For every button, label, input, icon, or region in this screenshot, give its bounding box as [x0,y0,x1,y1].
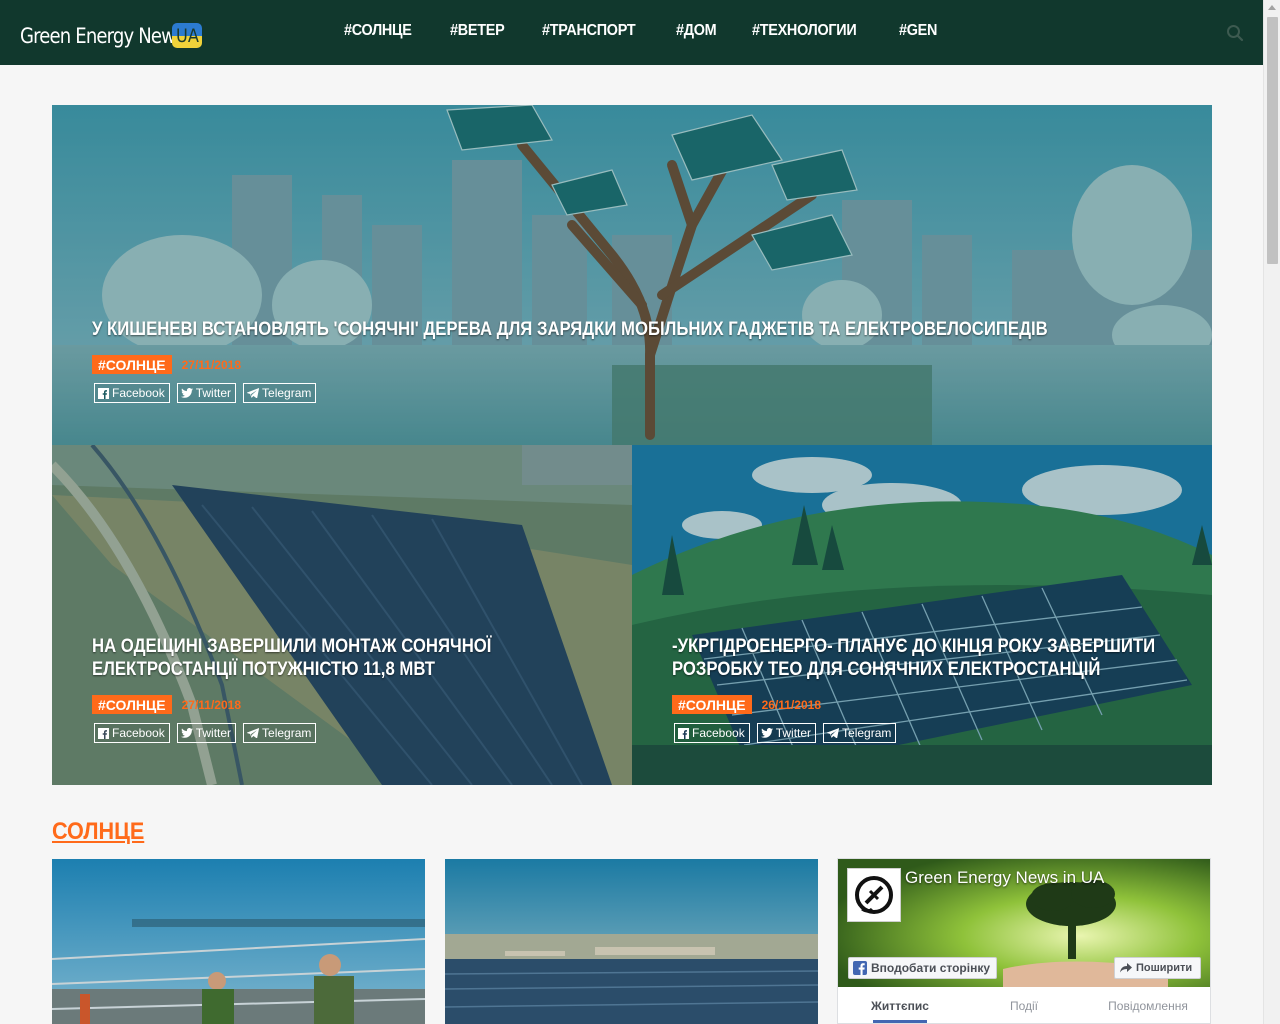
share-twitter-label: Twitter [195,386,232,400]
featured-meta: #СОЛНЦЕ 27/11/2018 [92,695,241,714]
facebook-icon [98,387,109,399]
featured-meta: #СОЛНЦЕ 26/11/2018 [672,695,821,714]
share-twitter-button[interactable]: Twitter [176,383,237,403]
featured-title[interactable]: НА ОДЕЩИНІ ЗАВЕРШИЛИ МОНТАЖ СОНЯЧНОЇ ЕЛЕ… [92,635,491,681]
share-telegram-button[interactable]: Telegram [243,383,317,403]
share-telegram-label: Telegram [842,726,892,740]
featured-title-line: НА ОДЕЩИНІ ЗАВЕРШИЛИ МОНТАЖ СОНЯЧНОЇ [92,636,492,657]
scroll-up-arrow-icon[interactable] [1268,5,1276,10]
share-telegram-button[interactable]: Telegram [243,723,317,743]
site-header: Green Energy News UA #СОЛНЦЕ #ВЕТЕР #ТРА… [0,0,1263,65]
share-facebook-button[interactable]: Facebook [674,723,750,743]
category-badge[interactable]: #СОЛНЦЕ [92,695,172,714]
featured-meta: #СОЛНЦЕ 27/11/2018 [92,355,241,374]
share-facebook-label: Facebook [112,386,165,400]
facebook-icon [98,727,109,739]
telegram-icon [827,728,840,738]
fb-like-page-button[interactable]: Вподобати сторінку [848,957,998,979]
share-twitter-label: Twitter [775,726,812,740]
nav-item-gen[interactable]: #GEN [899,22,937,40]
logo-ua-text: UA [175,24,199,47]
fb-like-label: Вподобати сторінку [871,961,991,975]
article-date: 27/11/2018 [181,697,241,712]
nav-item-wind[interactable]: #ВЕТЕР [450,22,505,40]
featured-title-line: У КИШЕНЕВІ ВСТАНОВЛЯТЬ 'СОНЯЧНІ' ДЕРЕВА … [92,319,1048,340]
featured-article-1[interactable]: У КИШЕНЕВІ ВСТАНОВЛЯТЬ 'СОНЯЧНІ' ДЕРЕВА … [52,105,1212,445]
fb-share-label: Поширити [1136,962,1193,974]
share-buttons: Facebook Twitter Telegram [674,723,903,743]
share-arrow-icon [1120,963,1132,973]
featured-article-2[interactable]: НА ОДЕЩИНІ ЗАВЕРШИЛИ МОНТАЖ СОНЯЧНОЇ ЕЛЕ… [52,445,632,785]
featured-title-line: ЕЛЕКТРОСТАНЦІЇ ПОТУЖНІСТЮ 11,8 МВТ [92,659,435,680]
telegram-icon [247,728,260,738]
logo-ua-badge: UA [172,23,202,48]
fb-tabs: Життєпис Події Повідомлення [838,989,1210,1023]
article-card[interactable] [445,859,818,1024]
fb-page-name[interactable]: Green Energy News in UA [905,868,1104,888]
fb-share-button[interactable]: Поширити [1114,957,1202,979]
share-twitter-button[interactable]: Twitter [176,723,237,743]
article-date: 26/11/2018 [761,697,821,712]
page-scrollbar[interactable] [1263,0,1280,1024]
fb-tab-events[interactable]: Події [962,989,1086,1023]
facebook-icon [678,727,689,739]
article-date: 27/11/2018 [181,357,241,372]
featured-title-line: -УКРГІДРОЕНЕРГО- ПЛАНУЄ ДО КІНЦЯ РОКУ ЗА… [672,636,1156,657]
share-facebook-label: Facebook [112,726,165,740]
fb-tab-messages[interactable]: Повідомлення [1086,989,1210,1023]
share-facebook-label: Facebook [692,726,745,740]
fb-page-logo[interactable] [847,868,901,922]
twitter-icon [760,728,773,738]
share-telegram-label: Telegram [262,386,312,400]
scrollbar-thumb[interactable] [1267,17,1278,264]
share-telegram-label: Telegram [262,726,312,740]
nav-item-transport[interactable]: #ТРАНСПОРТ [542,22,636,40]
fb-tab-timeline[interactable]: Життєпис [838,989,962,1023]
share-twitter-button[interactable]: Twitter [756,723,817,743]
nav-item-sun[interactable]: #СОЛНЦЕ [344,22,412,40]
telegram-icon [247,388,260,398]
search-icon[interactable] [1226,24,1244,42]
twitter-icon [180,728,193,738]
share-telegram-button[interactable]: Telegram [823,723,897,743]
logo-text: Green Energy News [20,24,184,48]
share-buttons: Facebook Twitter Telegram [94,383,323,403]
featured-title[interactable]: У КИШЕНЕВІ ВСТАНОВЛЯТЬ 'СОНЯЧНІ' ДЕРЕВА … [92,318,1048,341]
featured-title-line: РОЗРОБКУ ТЕО ДЛЯ СОНЯЧНИХ ЕЛЕКТРОСТАНЦІЙ [672,659,1101,680]
article-card-image-workers [52,859,425,1024]
eco-plug-logo-icon [855,876,893,914]
nav-item-technology[interactable]: #ТЕХНОЛОГИИ [752,22,857,40]
category-badge[interactable]: #СОЛНЦЕ [672,695,752,714]
site-logo[interactable]: Green Energy News UA [20,18,210,48]
facebook-page-widget: Green Energy News in UA Вподобати сторін… [837,858,1211,1024]
article-card-image-solar-field [445,859,818,1024]
category-badge[interactable]: #СОЛНЦЕ [92,355,172,374]
twitter-icon [180,388,193,398]
share-twitter-label: Twitter [195,726,232,740]
share-facebook-button[interactable]: Facebook [94,723,170,743]
section-title-sun[interactable]: СОЛНЦЕ [52,818,144,846]
nav-item-home[interactable]: #ДОМ [676,22,717,40]
share-facebook-button[interactable]: Facebook [94,383,170,403]
facebook-icon [853,961,867,975]
featured-article-3[interactable]: -УКРГІДРОЕНЕРГО- ПЛАНУЄ ДО КІНЦЯ РОКУ ЗА… [632,445,1212,785]
featured-title[interactable]: -УКРГІДРОЕНЕРГО- ПЛАНУЄ ДО КІНЦЯ РОКУ ЗА… [672,635,1155,681]
share-buttons: Facebook Twitter Telegram [94,723,323,743]
main-nav: #СОЛНЦЕ #ВЕТЕР #ТРАНСПОРТ #ДОМ #ТЕХНОЛОГ… [344,22,973,40]
article-card[interactable] [52,859,425,1024]
